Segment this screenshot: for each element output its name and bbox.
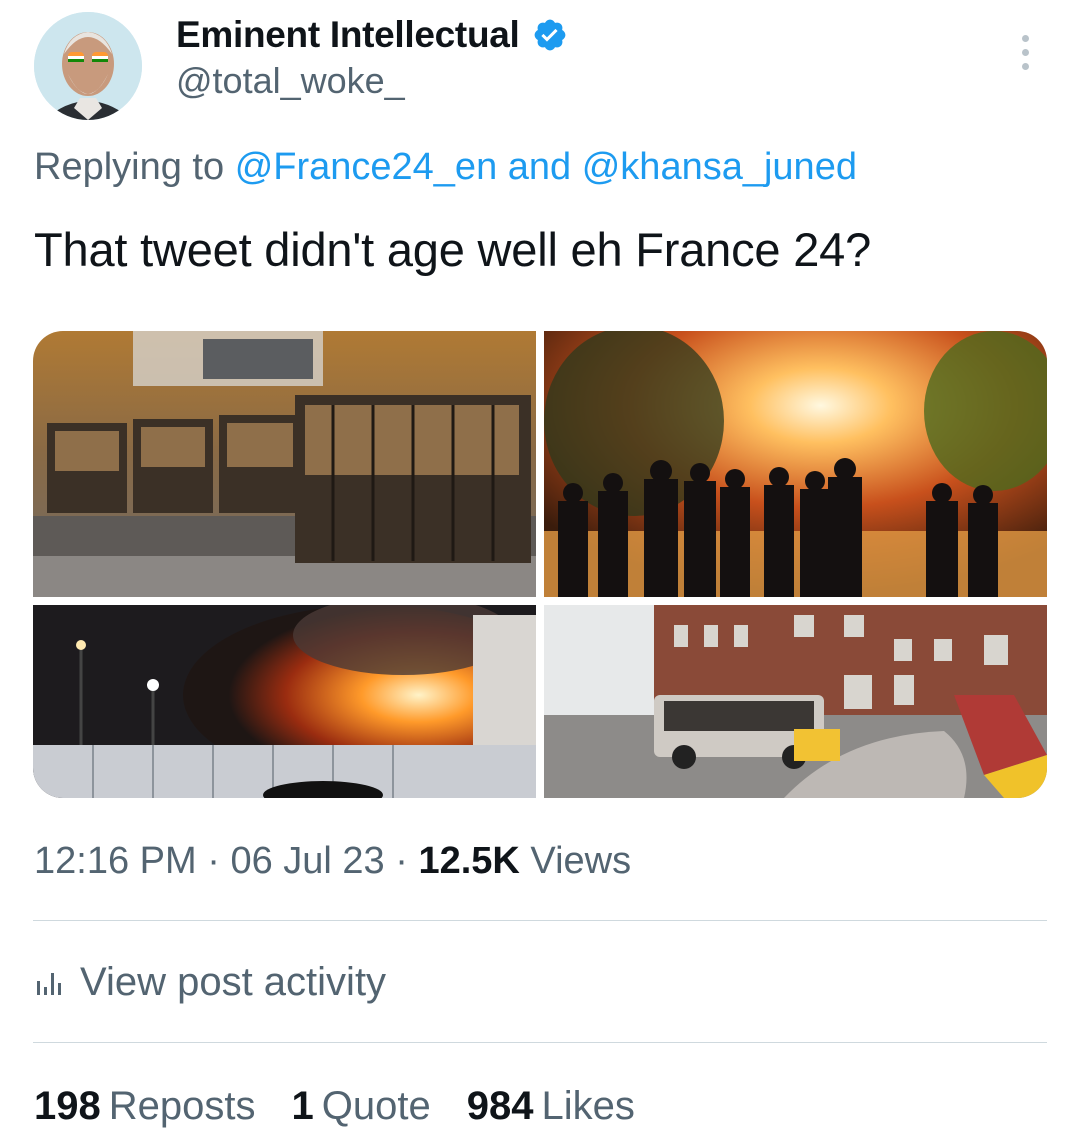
reposts-label: Reposts	[108, 1084, 256, 1128]
mention-link-khansa[interactable]: @khansa_juned	[582, 146, 857, 188]
views-label: Views	[530, 840, 632, 882]
author-name-row[interactable]: Eminent Intellectual	[176, 14, 568, 56]
meta-separator: ·	[207, 840, 220, 882]
tweet-date[interactable]: 06 Jul 23	[230, 840, 384, 882]
media-grid[interactable]	[33, 331, 1047, 798]
quotes-label: Quote	[321, 1084, 431, 1128]
replying-joiner: and	[507, 146, 572, 188]
fire-at-night-photo[interactable]	[33, 605, 536, 798]
avatar-image	[34, 12, 142, 120]
more-options-icon[interactable]	[1008, 30, 1042, 74]
quotes-count: 1	[291, 1084, 314, 1128]
tweet-text: That tweet didn't age well eh France 24?	[34, 223, 872, 276]
likes-stat[interactable]: 984 Likes	[467, 1084, 635, 1129]
dot-icon	[1021, 48, 1029, 56]
fireworks-police-photo[interactable]	[544, 331, 1047, 597]
divider	[33, 920, 1047, 921]
author-display-name[interactable]: Eminent Intellectual	[176, 14, 520, 56]
likes-label: Likes	[541, 1084, 635, 1128]
author-handle[interactable]: @total_woke_	[176, 60, 405, 102]
view-post-activity-label: View post activity	[80, 960, 387, 1004]
quotes-stat[interactable]: 1 Quote	[292, 1084, 431, 1129]
view-post-activity-button[interactable]: View post activity	[34, 960, 386, 1005]
likes-count: 984	[466, 1084, 534, 1128]
engagement-stats: 198 Reposts 1 Quote 984 Likes	[34, 1084, 635, 1129]
replying-to-line: Replying to @France24_en and @khansa_jun…	[34, 146, 857, 189]
divider	[33, 1042, 1047, 1043]
verified-badge-icon	[534, 19, 565, 51]
dot-icon	[1021, 62, 1029, 70]
burned-cars-street-photo[interactable]	[544, 605, 1047, 798]
views-count: 12.5K	[418, 840, 520, 882]
dot-icon	[1021, 34, 1029, 42]
reposts-count: 198	[34, 1084, 101, 1128]
reposts-stat[interactable]: 198 Reposts	[34, 1084, 256, 1129]
mention-link-france24[interactable]: @France24_en	[235, 146, 498, 188]
avatar[interactable]	[34, 12, 142, 120]
tweet-time[interactable]: 12:16 PM	[34, 840, 197, 882]
tweet-meta: 12:16 PM · 06 Jul 23 · 12.5K Views	[34, 840, 631, 883]
replying-prefix: Replying to	[34, 146, 225, 188]
meta-separator: ·	[395, 840, 408, 882]
analytics-icon	[37, 972, 61, 995]
burned-buses-photo[interactable]	[33, 331, 536, 597]
